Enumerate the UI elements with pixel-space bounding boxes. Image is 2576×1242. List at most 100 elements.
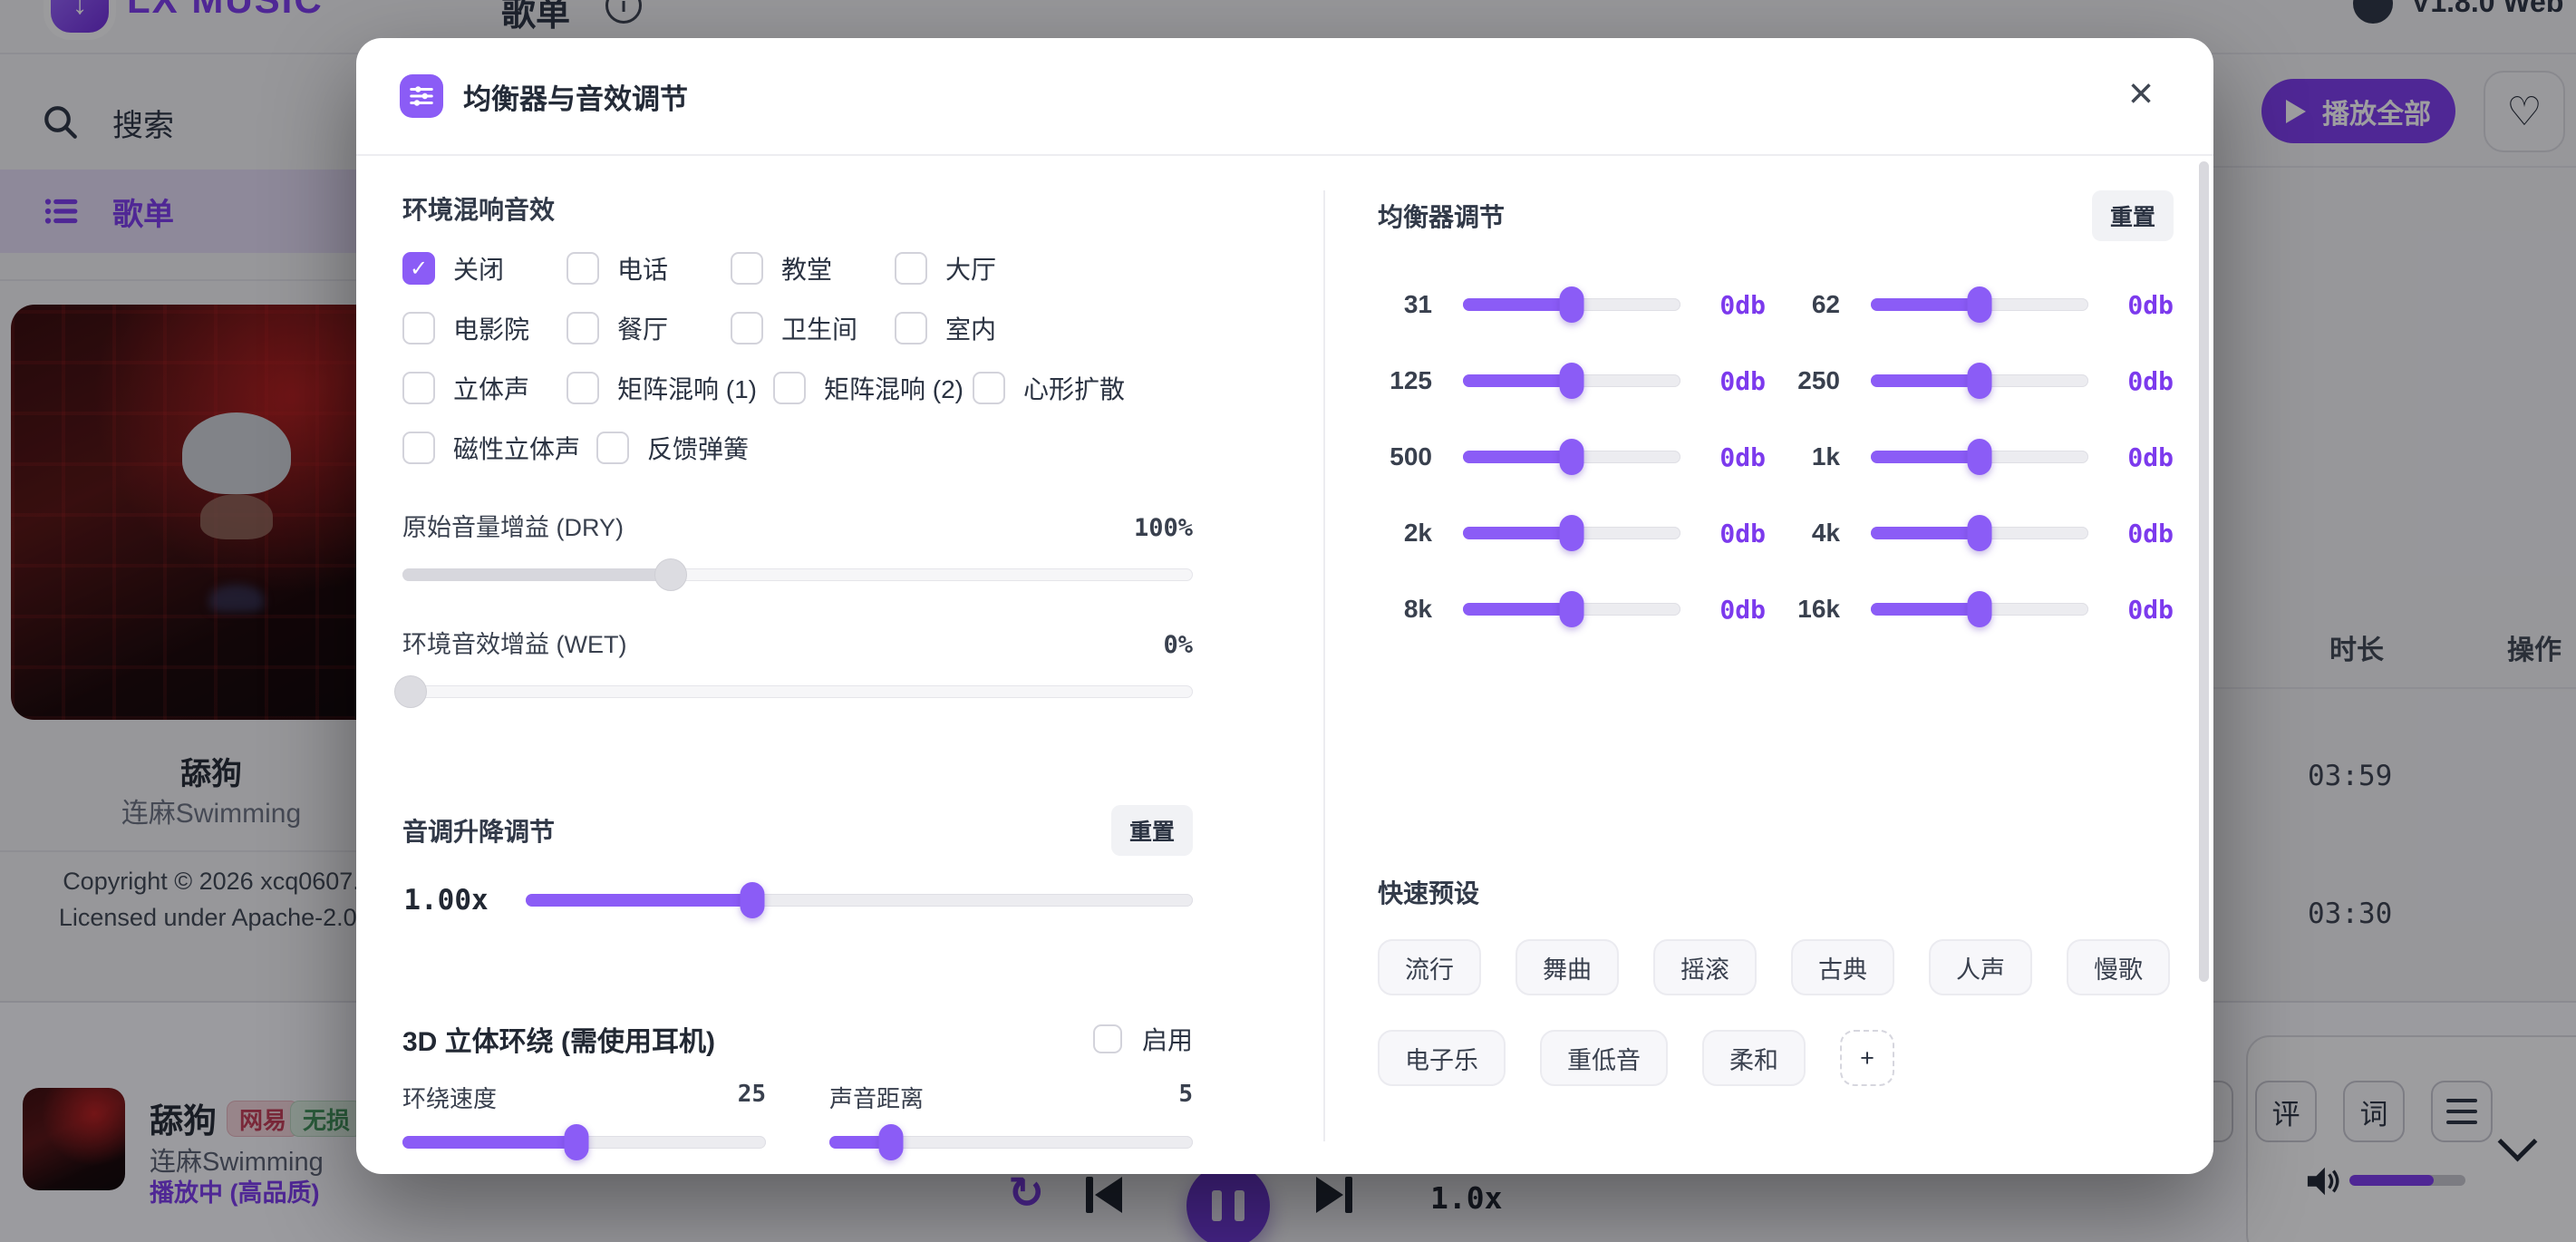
- surround-speed-slider[interactable]: [402, 1125, 766, 1160]
- surround-enable-label: 启用: [1142, 1021, 1193, 1057]
- reverb-option[interactable]: ✓ 餐厅: [567, 310, 731, 346]
- eq-band-slider[interactable]: [1871, 516, 2088, 550]
- preset-button[interactable]: 流行: [1378, 939, 1481, 995]
- reverb-option-label: 矩阵混响 (2): [824, 370, 964, 406]
- checkbox[interactable]: ✓: [596, 432, 629, 464]
- eq-band-thumb[interactable]: [1560, 515, 1584, 551]
- checkbox[interactable]: ✓: [895, 252, 927, 285]
- surround-speed-value: 25: [738, 1081, 766, 1114]
- presets-section: 快速预设 流行 舞曲 摇滚 古典 人声 慢歌 电子乐 重低音 柔和 +: [1378, 874, 2174, 1086]
- eq-band-thumb[interactable]: [1560, 286, 1584, 323]
- pitch-thumb[interactable]: [741, 882, 765, 918]
- reverb-option[interactable]: ✓ 反馈弹簧: [596, 430, 749, 466]
- eq-band-thumb[interactable]: [1968, 363, 1992, 399]
- eq-band-value: 0db: [1708, 442, 1766, 472]
- eq-band-slider[interactable]: [1463, 516, 1680, 550]
- preset-button[interactable]: 重低音: [1540, 1030, 1668, 1086]
- eq-band-label: 2k: [1378, 519, 1432, 548]
- reverb-option[interactable]: ✓ 关闭: [402, 250, 567, 286]
- wet-gain-thumb[interactable]: [394, 675, 427, 708]
- pitch-reset-button[interactable]: 重置: [1111, 805, 1193, 856]
- wet-gain-slider[interactable]: [402, 674, 1193, 709]
- eq-band-slider[interactable]: [1463, 364, 1680, 398]
- eq-band-slider[interactable]: [1463, 287, 1680, 322]
- eq-band-thumb[interactable]: [1968, 591, 1992, 627]
- eq-band-value: 0db: [1708, 519, 1766, 548]
- wet-gain-label: 环境音效增益 (WET): [402, 625, 626, 660]
- reverb-option[interactable]: ✓ 室内: [895, 310, 1059, 346]
- eq-band: 31 0db: [1378, 267, 1766, 343]
- preset-button[interactable]: 舞曲: [1516, 939, 1619, 995]
- pitch-slider[interactable]: [526, 883, 1193, 917]
- checkbox[interactable]: ✓: [895, 312, 927, 344]
- preset-button[interactable]: 柔和: [1702, 1030, 1806, 1086]
- checkbox[interactable]: ✓: [402, 372, 435, 404]
- surround-distance-label: 声音距离: [829, 1081, 924, 1114]
- checkbox[interactable]: ✓: [973, 372, 1005, 404]
- checkbox[interactable]: ✓: [1093, 1024, 1122, 1053]
- close-button[interactable]: ×: [2128, 73, 2154, 116]
- eq-band-slider[interactable]: [1871, 364, 2088, 398]
- eq-band-label: 4k: [1786, 519, 1840, 548]
- preset-button[interactable]: 电子乐: [1378, 1030, 1506, 1086]
- modal-left-column: 环境混响音效 ✓ 关闭 ✓ 电话 ✓ 教堂 ✓: [356, 154, 1323, 1174]
- reverb-option[interactable]: ✓ 矩阵混响 (1): [567, 370, 773, 406]
- reverb-option[interactable]: ✓ 电话: [567, 250, 731, 286]
- eq-band-thumb[interactable]: [1968, 439, 1992, 475]
- reverb-option[interactable]: ✓ 磁性立体声: [402, 430, 596, 466]
- eq-band-thumb[interactable]: [1560, 439, 1584, 475]
- reverb-row: ✓ 电影院 ✓ 餐厅 ✓ 卫生间 ✓ 室内: [402, 310, 1193, 346]
- eq-band-thumb[interactable]: [1560, 363, 1584, 399]
- pitch-value: 1.00x: [402, 884, 489, 917]
- eq-band-fill: [1463, 298, 1572, 311]
- surround-distance-slider[interactable]: [829, 1125, 1193, 1160]
- preset-button[interactable]: 古典: [1791, 939, 1894, 995]
- preset-button[interactable]: 慢歌: [2067, 939, 2170, 995]
- eq-band-thumb[interactable]: [1560, 591, 1584, 627]
- reverb-option-label: 电话: [617, 250, 668, 286]
- checkbox[interactable]: ✓: [731, 312, 763, 344]
- reverb-option-label: 磁性立体声: [453, 430, 580, 466]
- dry-gain-thumb[interactable]: [654, 558, 687, 591]
- preset-button[interactable]: 人声: [1929, 939, 2032, 995]
- reverb-option[interactable]: ✓ 立体声: [402, 370, 567, 406]
- reverb-option[interactable]: ✓ 教堂: [731, 250, 895, 286]
- eq-band-slider[interactable]: [1463, 592, 1680, 626]
- reverb-option-label: 反馈弹簧: [647, 430, 749, 466]
- modal-header: 均衡器与音效调节 ×: [356, 38, 2213, 156]
- surround-distance: 声音距离 5: [829, 1081, 1193, 1160]
- checkbox[interactable]: ✓: [731, 252, 763, 285]
- checkbox[interactable]: ✓: [567, 372, 599, 404]
- surround-speed-thumb[interactable]: [565, 1124, 589, 1160]
- eq-band: 1k 0db: [1786, 419, 2174, 495]
- surround-enable[interactable]: ✓ 启用: [1093, 1021, 1193, 1057]
- checkbox[interactable]: ✓: [773, 372, 806, 404]
- reverb-option[interactable]: ✓ 矩阵混响 (2): [773, 370, 973, 406]
- checkbox[interactable]: ✓: [567, 252, 599, 285]
- eq-band-thumb[interactable]: [1968, 515, 1992, 551]
- surround-distance-thumb[interactable]: [879, 1124, 904, 1160]
- eq-band-slider[interactable]: [1463, 440, 1680, 474]
- checkbox[interactable]: ✓: [402, 312, 435, 344]
- eq-reset-button[interactable]: 重置: [2092, 190, 2174, 241]
- eq-band-slider[interactable]: [1871, 440, 2088, 474]
- reverb-option[interactable]: ✓ 大厅: [895, 250, 1059, 286]
- eq-band: 125 0db: [1378, 343, 1766, 419]
- checkbox[interactable]: ✓: [402, 252, 435, 285]
- eq-band-slider[interactable]: [1871, 592, 2088, 626]
- reverb-option[interactable]: ✓ 心形扩散: [973, 370, 1125, 406]
- eq-band-fill: [1463, 374, 1572, 387]
- reverb-option[interactable]: ✓ 卫生间: [731, 310, 895, 346]
- dry-gain-slider[interactable]: [402, 558, 1193, 592]
- preset-button[interactable]: 摇滚: [1653, 939, 1757, 995]
- reverb-option[interactable]: ✓ 电影院: [402, 310, 567, 346]
- check-icon: ✓: [410, 256, 428, 282]
- reverb-heading: 环境混响音效: [402, 190, 1193, 227]
- add-preset-button[interactable]: +: [1840, 1030, 1894, 1086]
- reverb-option-label: 餐厅: [617, 310, 668, 346]
- checkbox[interactable]: ✓: [567, 312, 599, 344]
- eq-band-thumb[interactable]: [1968, 286, 1992, 323]
- checkbox[interactable]: ✓: [402, 432, 435, 464]
- eq-band-slider[interactable]: [1871, 287, 2088, 322]
- eq-band-label: 1k: [1786, 442, 1840, 471]
